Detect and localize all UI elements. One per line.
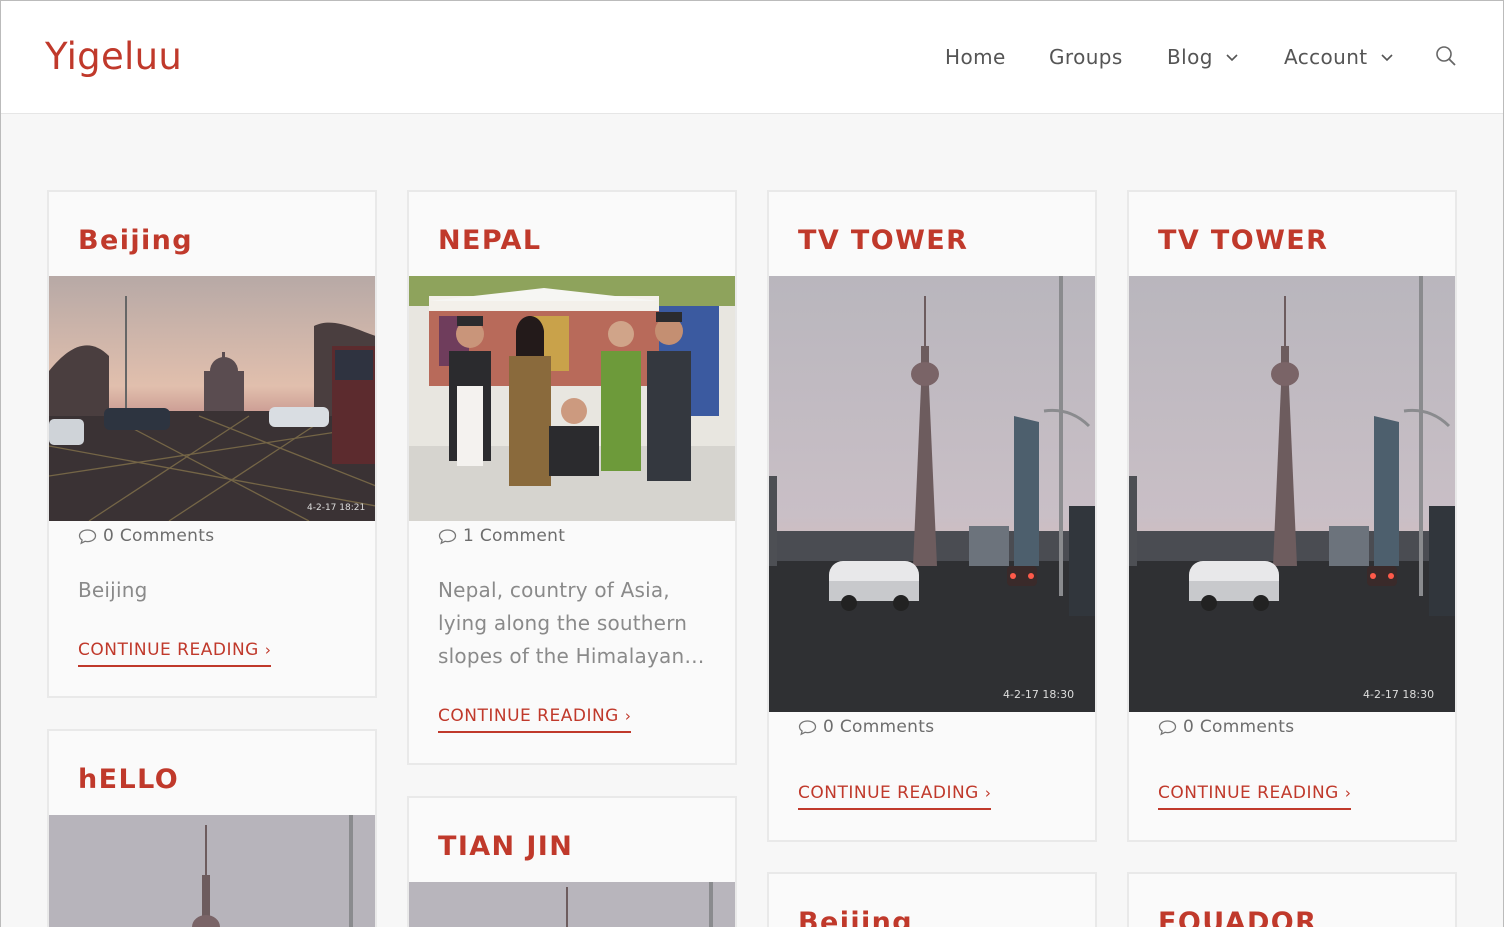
post-title[interactable]: TV TOWER <box>798 225 968 256</box>
post-thumbnail[interactable] <box>49 815 375 927</box>
post-card: Beijing <box>767 872 1097 927</box>
chevron-down-icon <box>1226 54 1238 62</box>
post-title[interactable]: hELLO <box>78 764 179 795</box>
photo-timestamp: 4-2-17 18:30 <box>1003 688 1074 701</box>
post-card: TV TOWER 4-2-17 18:30 0 Comments CONTINU… <box>767 190 1097 842</box>
comments-label: 0 Comments <box>823 717 935 737</box>
comments-label: 1 Comment <box>463 526 566 546</box>
post-title[interactable]: TV TOWER <box>1158 225 1328 256</box>
nav-item-home[interactable]: Home <box>945 45 1006 69</box>
chevron-right-icon: › <box>264 641 272 659</box>
tv-tower-photo: 4-2-17 18:30 <box>1129 276 1455 712</box>
post-title[interactable]: EQUADOR <box>1158 907 1317 927</box>
post-card: TIAN JIN <box>407 796 737 927</box>
site-header: Yigeluu Home Groups Blog Account <box>1 1 1503 114</box>
comments-count[interactable]: 0 Comments <box>1158 717 1294 737</box>
post-card: EQUADOR <box>1127 872 1457 927</box>
post-title[interactable]: Beijing <box>798 907 913 927</box>
comment-icon <box>78 528 97 544</box>
comments-label: 0 Comments <box>103 526 215 546</box>
post-card: TV TOWER 4-2-17 18:30 0 Comments CONTINU… <box>1127 190 1457 842</box>
comment-icon <box>798 719 817 735</box>
comments-count[interactable]: 0 Comments <box>798 717 934 737</box>
photo-timestamp: 4-2-17 18:30 <box>1363 688 1434 701</box>
comment-icon <box>1158 719 1177 735</box>
comments-label: 0 Comments <box>1183 717 1295 737</box>
nav-item-groups[interactable]: Groups <box>1049 45 1123 69</box>
continue-reading-link[interactable]: CONTINUE READING › <box>1158 783 1352 810</box>
post-thumbnail[interactable] <box>409 276 735 521</box>
post-card: Beijing 4-2-17 18:21 0 Comments Beijing … <box>47 190 377 698</box>
post-thumbnail[interactable]: 4-2-17 18:30 <box>769 276 1095 712</box>
tv-tower-photo: 4-2-17 18:30 <box>769 276 1095 712</box>
continue-reading-link[interactable]: CONTINUE READING › <box>798 783 992 810</box>
post-thumbnail[interactable] <box>409 882 735 927</box>
continue-reading-link[interactable]: CONTINUE READING › <box>438 706 632 733</box>
tv-tower-photo <box>49 815 375 927</box>
nav-item-label: Home <box>945 45 1006 69</box>
comments-count[interactable]: 1 Comment <box>438 526 565 546</box>
continue-reading-label: CONTINUE READING <box>1158 783 1339 803</box>
nav-item-label: Account <box>1284 45 1368 69</box>
post-card: hELLO <box>47 729 377 927</box>
chevron-right-icon: › <box>624 707 632 725</box>
chevron-right-icon: › <box>984 784 992 802</box>
post-excerpt: Beijing <box>78 578 148 602</box>
nav-item-label: Blog <box>1167 45 1213 69</box>
nav-item-account[interactable]: Account <box>1284 45 1394 69</box>
continue-reading-link[interactable]: CONTINUE READING › <box>78 640 272 667</box>
continue-reading-label: CONTINUE READING <box>798 783 979 803</box>
continue-reading-label: CONTINUE READING <box>438 706 619 726</box>
post-thumbnail[interactable]: 4-2-17 18:30 <box>1129 276 1455 712</box>
post-excerpt: Nepal, country of Asia, lying along the … <box>438 578 705 668</box>
post-title[interactable]: TIAN JIN <box>438 831 573 862</box>
photo-timestamp: 4-2-17 18:21 <box>307 503 365 513</box>
post-card: NEPAL 1 Comment Nepal, country of Asia, … <box>407 190 737 765</box>
nepal-photo <box>409 276 735 521</box>
chevron-down-icon <box>1380 54 1393 62</box>
nav-item-label: Groups <box>1049 45 1123 69</box>
search-icon[interactable] <box>1435 45 1457 67</box>
comment-icon <box>438 528 457 544</box>
continue-reading-label: CONTINUE READING <box>78 640 259 660</box>
main-nav: Home Groups Blog Account <box>1 45 1503 71</box>
comments-count[interactable]: 0 Comments <box>78 526 214 546</box>
post-title[interactable]: NEPAL <box>438 225 541 256</box>
tian-jin-photo <box>409 882 735 927</box>
beijing-photo: 4-2-17 18:21 <box>49 276 375 521</box>
post-thumbnail[interactable]: 4-2-17 18:21 <box>49 276 375 521</box>
post-title[interactable]: Beijing <box>78 225 193 256</box>
chevron-right-icon: › <box>1344 784 1352 802</box>
nav-item-blog[interactable]: Blog <box>1167 45 1239 69</box>
